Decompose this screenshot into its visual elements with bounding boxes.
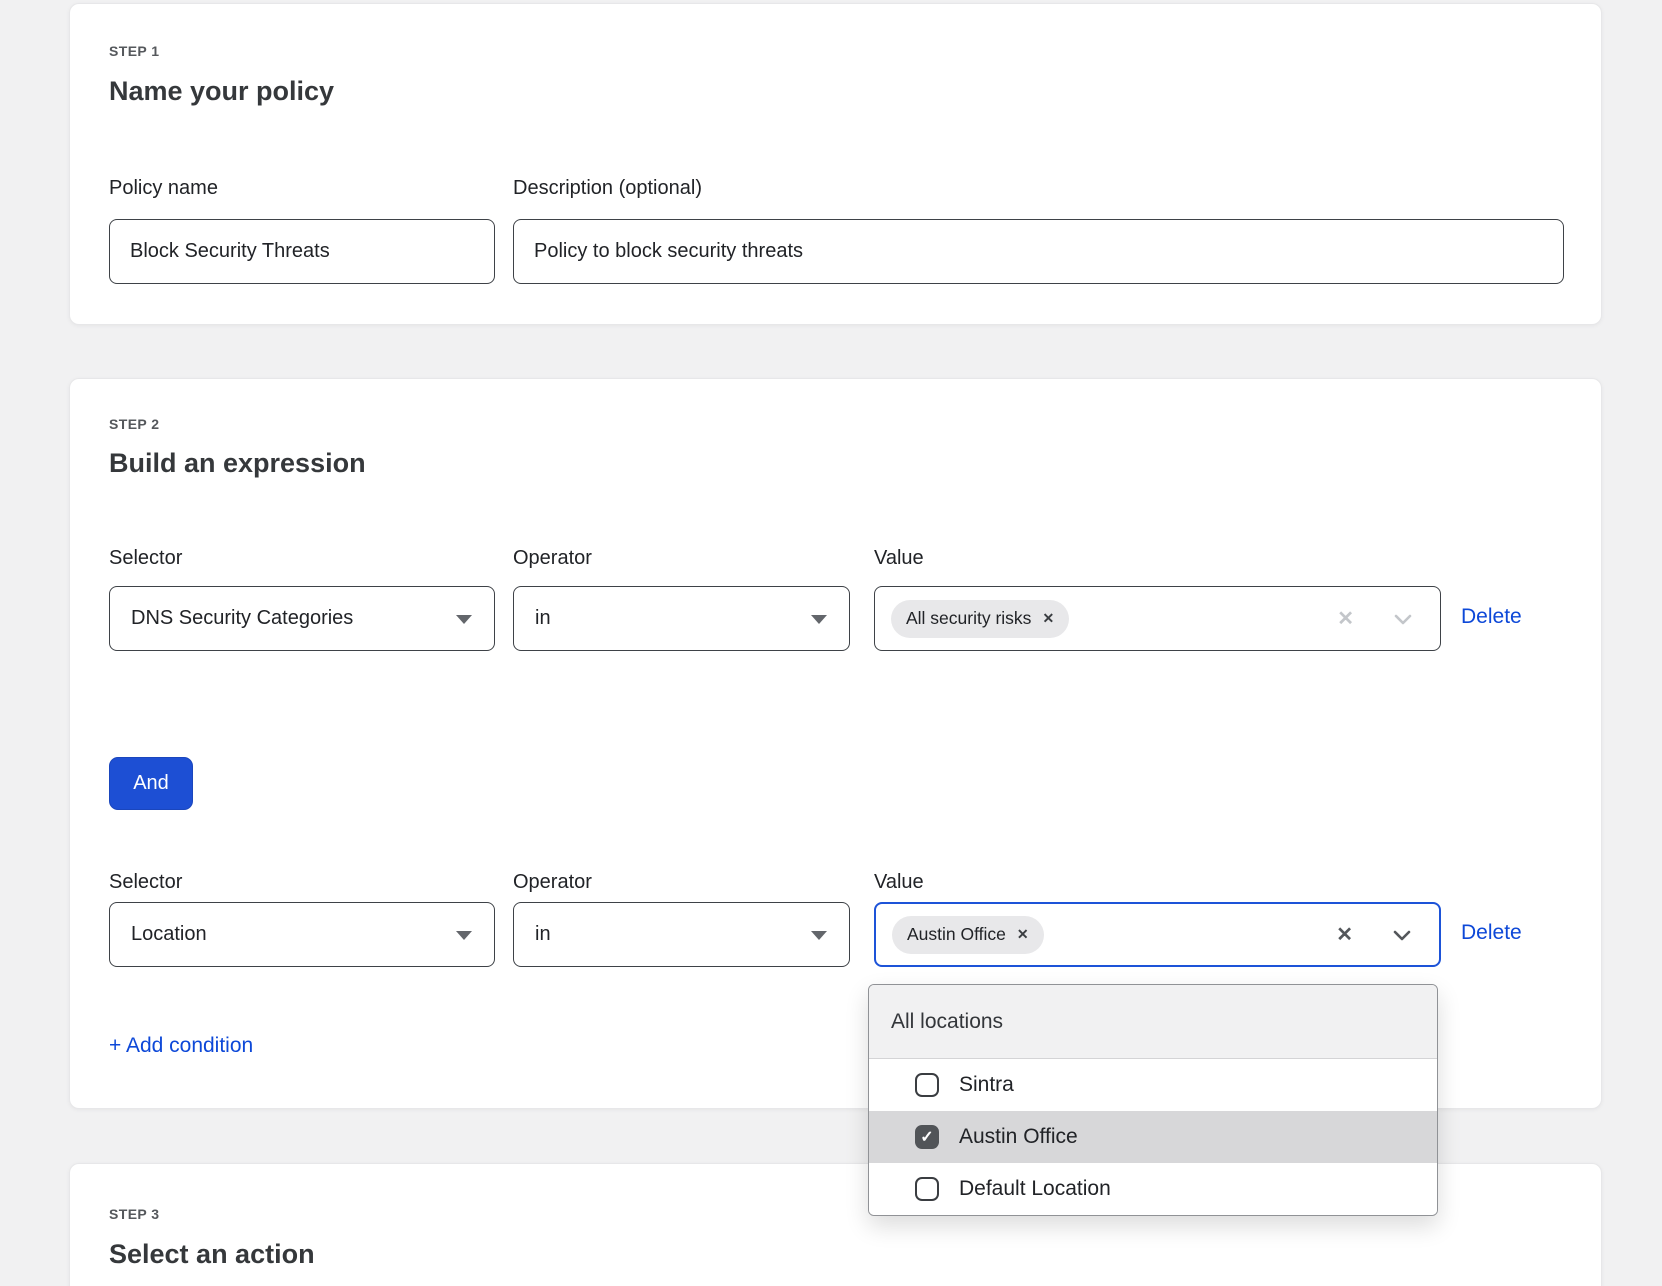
add-condition-button[interactable]: + Add condition [109,1034,253,1058]
dropdown-caret-icon [811,615,827,624]
row2-operator-label: Operator [513,871,592,894]
policy-name-input[interactable] [109,219,495,284]
row2-selector-value: Location [131,923,207,946]
step1-label: STEP 1 [109,43,159,59]
clear-value-icon[interactable]: ✕ [1336,922,1353,947]
row1-operator-label: Operator [513,547,592,570]
step1-card: STEP 1 Name your policy Policy name Desc… [69,3,1602,325]
location-option-austin-office[interactable]: ✓ Austin Office [869,1111,1437,1163]
row2-selector-select[interactable]: Location [109,902,495,967]
step3-title: Select an action [109,1239,315,1270]
row2-selector-label: Selector [109,871,182,894]
location-option-sintra[interactable]: Sintra [869,1059,1437,1111]
row1-selector-select[interactable]: DNS Security Categories [109,586,495,651]
row1-selector-value: DNS Security Categories [131,607,353,630]
clear-value-icon[interactable]: ✕ [1337,606,1354,631]
step3-label: STEP 3 [109,1206,159,1222]
dropdown-caret-icon [456,931,472,940]
row2-operator-value: in [535,923,551,946]
checkbox-checked-icon[interactable]: ✓ [915,1125,939,1149]
row2-value-label: Value [874,871,924,894]
description-input[interactable] [513,219,1564,284]
row2-delete-button[interactable]: Delete [1461,900,1522,965]
row2-operator-select[interactable]: in [513,902,850,967]
option-label: Default Location [959,1177,1111,1201]
dropdown-caret-icon [456,615,472,624]
row1-selector-label: Selector [109,547,182,570]
row1-operator-select[interactable]: in [513,586,850,651]
chip-remove-icon[interactable]: ✕ [1042,610,1054,627]
step2-title: Build an expression [109,448,366,479]
chip-remove-icon[interactable]: ✕ [1017,926,1029,943]
description-label: Description (optional) [513,177,702,200]
policy-name-label: Policy name [109,177,218,200]
and-button[interactable]: And [109,757,193,810]
chevron-down-icon[interactable] [1392,608,1414,630]
step1-title: Name your policy [109,76,334,107]
option-label: Sintra [959,1073,1014,1097]
location-dropdown: All locations Sintra ✓ Austin Office Def… [868,984,1438,1216]
row2-value-field[interactable]: Austin Office ✕ ✕ [874,902,1441,967]
step2-label: STEP 2 [109,416,159,432]
checkbox-unchecked-icon[interactable] [915,1177,939,1201]
row1-operator-value: in [535,607,551,630]
checkbox-unchecked-icon[interactable] [915,1073,939,1097]
chevron-down-icon[interactable] [1391,924,1413,946]
chip-label: All security risks [906,608,1031,629]
value-chip: Austin Office ✕ [892,916,1044,954]
location-dropdown-header[interactable]: All locations [869,985,1437,1059]
chip-label: Austin Office [907,924,1006,945]
value-chip: All security risks ✕ [891,600,1069,638]
dropdown-caret-icon [811,931,827,940]
row1-value-label: Value [874,547,924,570]
option-label: Austin Office [959,1125,1078,1149]
row1-value-field[interactable]: All security risks ✕ ✕ [874,586,1441,651]
row1-delete-button[interactable]: Delete [1461,584,1522,649]
location-option-default-location[interactable]: Default Location [869,1163,1437,1215]
